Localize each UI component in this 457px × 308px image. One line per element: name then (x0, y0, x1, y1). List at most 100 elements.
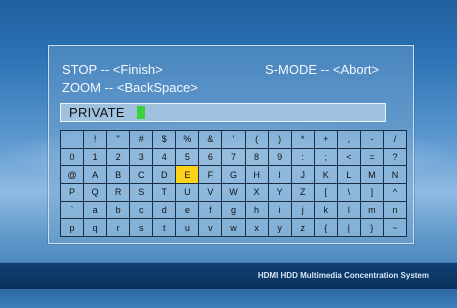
keyboard-key[interactable]: p (61, 219, 85, 237)
keyboard-key[interactable]: " (107, 131, 131, 149)
keyboard-key[interactable]: ' (222, 131, 246, 149)
keyboard-key[interactable]: # (130, 131, 154, 149)
keyboard-key[interactable]: g (222, 201, 246, 220)
footer-title: HDMI HDD Multimedia Concentration System (257, 271, 429, 280)
keyboard-key[interactable]: 3 (130, 148, 154, 167)
on-screen-keyboard: ! " # $% & '() * +, -/ 0 1 2 3 4 5 6 7 8 9:; < =? @ A B C D E F G H I J… (60, 130, 407, 237)
keyboard-key[interactable]: P (61, 183, 85, 202)
keyboard-key[interactable]: G (222, 166, 246, 184)
keyboard-key[interactable]: r (107, 219, 131, 237)
keyboard-key[interactable]: ! (84, 131, 108, 149)
keyboard-key[interactable]: q (84, 219, 108, 237)
keyboard-key[interactable]: + (314, 131, 338, 149)
keyboard-key[interactable]: n (383, 201, 407, 220)
keyboard-key[interactable]: L (337, 166, 361, 184)
keyboard-key[interactable]: E (176, 166, 200, 184)
keyboard-key[interactable]: ? (383, 148, 407, 167)
keyboard-key[interactable]: ) (268, 131, 292, 149)
keyboard-key[interactable]: b (107, 201, 131, 220)
footer-bar: HDMI HDD Multimedia Concentration System (0, 262, 457, 289)
keyboard-key[interactable]: J (291, 166, 315, 184)
keyboard-key[interactable]: ; (314, 148, 338, 167)
keyboard-key[interactable]: N (383, 166, 407, 184)
keyboard-key[interactable]: - (360, 131, 384, 149)
keyboard-key[interactable]: \ (337, 183, 361, 202)
keyboard-key[interactable]: : (291, 148, 315, 167)
keyboard-key[interactable]: c (130, 201, 154, 220)
keyboard-key[interactable]: u (176, 219, 200, 237)
keyboard-key[interactable]: ^ (383, 183, 407, 202)
keyboard-key[interactable]: , (337, 131, 361, 149)
bottom-strip (0, 289, 457, 308)
zoom-hint: ZOOM -- <BackSpace> (62, 80, 198, 95)
keyboard-key[interactable]: * (291, 131, 315, 149)
keyboard-key[interactable]: h (245, 201, 269, 220)
keyboard-key[interactable]: } (360, 219, 384, 237)
keyboard-key[interactable]: ] (360, 183, 384, 202)
keyboard-key[interactable]: K (314, 166, 338, 184)
keyboard-key[interactable]: F (199, 166, 223, 184)
keyboard-key[interactable]: 0 (61, 148, 85, 167)
keyboard-key[interactable]: A (84, 166, 108, 184)
keyboard-key[interactable]: $ (153, 131, 177, 149)
keyboard-key[interactable]: I (268, 166, 292, 184)
keyboard-key[interactable]: M (360, 166, 384, 184)
keyboard-key[interactable]: m (360, 201, 384, 220)
keyboard-key[interactable]: Q (84, 183, 108, 202)
keyboard-key[interactable]: ~ (383, 219, 407, 237)
keyboard-key[interactable]: & (199, 131, 223, 149)
smode-hint: S-MODE -- <Abort> (265, 62, 380, 77)
keyboard-key[interactable]: w (222, 219, 246, 237)
keyboard-key[interactable]: T (153, 183, 177, 202)
keyboard-key[interactable]: { (314, 219, 338, 237)
keyboard-key[interactable]: e (176, 201, 200, 220)
keyboard-key[interactable]: j (291, 201, 315, 220)
text-cursor (137, 106, 145, 119)
keyboard-key[interactable]: = (360, 148, 384, 167)
keyboard-key[interactable]: 2 (107, 148, 131, 167)
keyboard-key[interactable]: S (130, 183, 154, 202)
keyboard-key[interactable]: [ (314, 183, 338, 202)
keyboard-key[interactable]: 1 (84, 148, 108, 167)
keyboard-key[interactable]: W (222, 183, 246, 202)
keyboard-key[interactable]: < (337, 148, 361, 167)
keyboard-key[interactable]: d (153, 201, 177, 220)
stop-hint: STOP -- <Finish> (62, 62, 163, 77)
keyboard-key[interactable]: / (383, 131, 407, 149)
keyboard-key[interactable]: 8 (245, 148, 269, 167)
keyboard-key[interactable]: V (199, 183, 223, 202)
keyboard-key[interactable]: Y (268, 183, 292, 202)
keyboard-key[interactable] (61, 131, 85, 149)
keyboard-key[interactable]: z (291, 219, 315, 237)
keyboard-key[interactable]: 9 (268, 148, 292, 167)
keyboard-key[interactable]: C (130, 166, 154, 184)
keyboard-key[interactable]: ( (245, 131, 269, 149)
keyboard-key[interactable]: a (84, 201, 108, 220)
keyboard-key[interactable]: 4 (153, 148, 177, 167)
keyboard-key[interactable]: U (176, 183, 200, 202)
keyboard-key[interactable]: % (176, 131, 200, 149)
keyboard-key[interactable]: y (268, 219, 292, 237)
keyboard-key[interactable]: i (268, 201, 292, 220)
keyboard-key[interactable]: R (107, 183, 131, 202)
keyboard-key[interactable]: x (245, 219, 269, 237)
keyboard-key[interactable]: ` (61, 201, 85, 220)
keyboard-key[interactable]: D (153, 166, 177, 184)
keyboard-key[interactable]: 5 (176, 148, 200, 167)
keyboard-key[interactable]: t (153, 219, 177, 237)
keyboard-key[interactable]: | (337, 219, 361, 237)
text-input[interactable]: PRIVATE (60, 103, 386, 122)
keyboard-key[interactable]: B (107, 166, 131, 184)
keyboard-key[interactable]: l (337, 201, 361, 220)
keyboard-key[interactable]: 6 (199, 148, 223, 167)
keyboard-key[interactable]: s (130, 219, 154, 237)
keyboard-key[interactable]: @ (61, 166, 85, 184)
keyboard-key[interactable]: H (245, 166, 269, 184)
keyboard-key[interactable]: k (314, 201, 338, 220)
keyboard-key[interactable]: v (199, 219, 223, 237)
input-value: PRIVATE (69, 105, 125, 120)
keyboard-key[interactable]: f (199, 201, 223, 220)
keyboard-key[interactable]: Z (291, 183, 315, 202)
keyboard-key[interactable]: 7 (222, 148, 246, 167)
keyboard-key[interactable]: X (245, 183, 269, 202)
